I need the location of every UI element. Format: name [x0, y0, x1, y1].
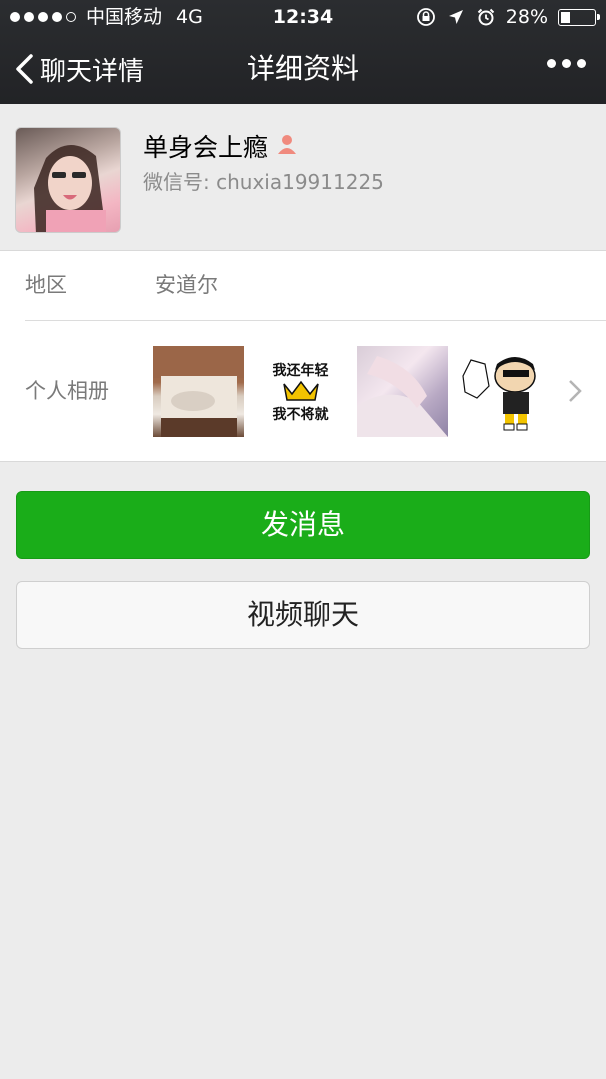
video-call-button[interactable]: 视频聊天 [16, 581, 590, 649]
profile-screen: 中国移动 4G 12:34 28% 聊天详情 详细资料 单身会上瘾 微信号: c… [0, 0, 606, 1079]
crown-icon [282, 380, 320, 406]
battery-percent: 28% [505, 6, 548, 28]
status-right: 28% [416, 0, 600, 34]
info-group: 地区 安道尔 个人相册 我还年轻 我不将就 [0, 250, 606, 462]
thumb-quote-line1: 我还年轻 [272, 363, 329, 379]
alarm-icon [476, 7, 496, 27]
top-bar: 中国移动 4G 12:34 28% 聊天详情 详细资料 [0, 0, 606, 104]
nickname-text: 单身会上瘾 [143, 133, 269, 162]
chevron-right-icon [568, 379, 582, 407]
album-thumb-cartoon [459, 346, 550, 437]
nav-bar: 聊天详情 详细资料 [0, 34, 606, 104]
rotation-lock-icon [416, 7, 436, 27]
album-thumb-quote: 我还年轻 我不将就 [255, 346, 346, 437]
more-dot [577, 59, 586, 68]
wechat-id: 微信号: chuxia19911225 [143, 170, 384, 194]
send-message-button[interactable]: 发消息 [16, 491, 590, 559]
region-row: 地区 安道尔 [0, 251, 606, 320]
avatar[interactable] [15, 127, 121, 233]
profile-header: 单身会上瘾 微信号: chuxia19911225 [0, 104, 606, 250]
more-dot [547, 59, 556, 68]
battery-fill [561, 11, 570, 23]
region-label: 地区 [25, 273, 67, 297]
album-thumb-bedroom [153, 346, 244, 437]
page-title: 详细资料 [246, 52, 359, 85]
more-icon[interactable] [547, 59, 586, 68]
album-thumb-arm [357, 346, 448, 437]
nickname: 单身会上瘾 [143, 128, 298, 164]
album-row[interactable]: 个人相册 我还年轻 我不将就 [0, 321, 606, 462]
album-label: 个人相册 [25, 379, 109, 403]
region-value: 安道尔 [155, 273, 218, 297]
person-icon [276, 132, 298, 161]
thumb-quote-line2: 我不将就 [272, 407, 329, 423]
battery-icon [558, 8, 600, 26]
location-icon [446, 7, 466, 27]
more-dot [562, 59, 571, 68]
status-bar: 中国移动 4G 12:34 28% [0, 0, 606, 34]
